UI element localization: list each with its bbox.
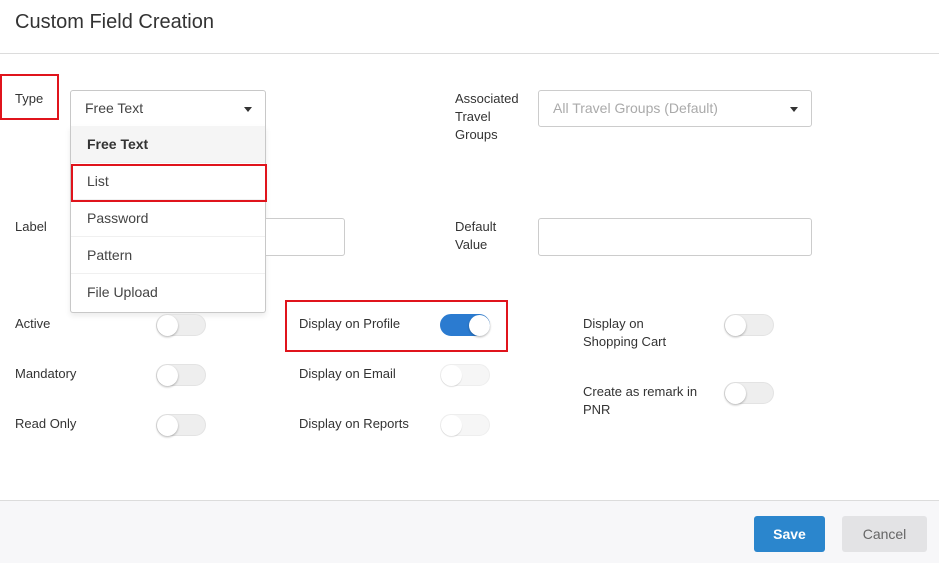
default-value-label-line1: Default [455, 219, 497, 234]
display-on-profile-label: Display on Profile [299, 316, 401, 331]
travel-groups-label-line1: Associated [455, 91, 519, 106]
display-on-reports-label: Display on Reports [299, 416, 409, 431]
label-field-label: Label [15, 219, 47, 234]
display-on-cart-toggle[interactable] [724, 314, 774, 336]
mandatory-toggle[interactable] [156, 364, 206, 386]
type-select-value: Free Text [85, 100, 144, 116]
display-on-cart-label: Display on Shopping Cart [583, 315, 666, 351]
dropdown-option-pattern[interactable]: Pattern [71, 237, 265, 274]
travel-groups-label-line3: Groups [455, 127, 498, 142]
display-on-profile-toggle[interactable] [440, 314, 490, 336]
dropdown-option-list[interactable]: List [71, 163, 265, 200]
default-value-input[interactable] [538, 218, 812, 256]
display-on-cart-label-line2: Shopping Cart [583, 334, 667, 349]
toggle-knob [157, 365, 178, 386]
read-only-label: Read Only [15, 416, 77, 431]
toggle-knob [725, 383, 746, 404]
dialog-header: Custom Field Creation [0, 0, 939, 54]
remark-in-pnr-toggle[interactable] [724, 382, 774, 404]
label-input[interactable] [266, 218, 345, 256]
caret-down-icon [790, 107, 798, 112]
display-on-email-label: Display on Email [299, 366, 396, 381]
read-only-toggle[interactable] [156, 414, 206, 436]
display-on-reports-toggle[interactable] [440, 414, 490, 436]
dropdown-option-file-upload[interactable]: File Upload [71, 274, 265, 311]
mandatory-label: Mandatory [15, 366, 77, 381]
type-label: Type [15, 91, 44, 106]
dropdown-option-free-text[interactable]: Free Text [71, 126, 265, 163]
travel-groups-select[interactable]: All Travel Groups (Default) [538, 90, 812, 127]
type-dropdown-menu: Free Text List Password Pattern File Upl… [70, 126, 266, 313]
travel-groups-select-value: All Travel Groups (Default) [553, 100, 718, 116]
toggle-knob [725, 315, 746, 336]
default-value-label-line2: Value [455, 237, 488, 252]
page-title: Custom Field Creation [15, 11, 214, 33]
travel-groups-label-line2: Travel [455, 109, 491, 124]
display-on-email-toggle[interactable] [440, 364, 490, 386]
toggle-knob [469, 315, 490, 336]
active-label: Active [15, 316, 51, 331]
display-on-cart-label-line1: Display on [583, 316, 644, 331]
remark-in-pnr-label-line1: Create as remark in [583, 384, 698, 399]
dropdown-option-password[interactable]: Password [71, 200, 265, 237]
default-value-label: Default Value [455, 218, 496, 254]
travel-groups-label: Associated Travel Groups [455, 90, 519, 144]
toggle-knob [441, 415, 462, 436]
toggle-knob [441, 365, 462, 386]
save-button[interactable]: Save [754, 516, 825, 552]
toggle-knob [157, 315, 178, 336]
remark-in-pnr-label-line2: PNR [583, 402, 611, 417]
toggle-knob [157, 415, 178, 436]
caret-down-icon [244, 107, 252, 112]
dialog-footer: Save Cancel [0, 500, 939, 563]
remark-in-pnr-label: Create as remark in PNR [583, 383, 697, 419]
active-toggle[interactable] [156, 314, 206, 336]
type-select[interactable]: Free Text [70, 90, 266, 127]
cancel-button[interactable]: Cancel [842, 516, 927, 552]
